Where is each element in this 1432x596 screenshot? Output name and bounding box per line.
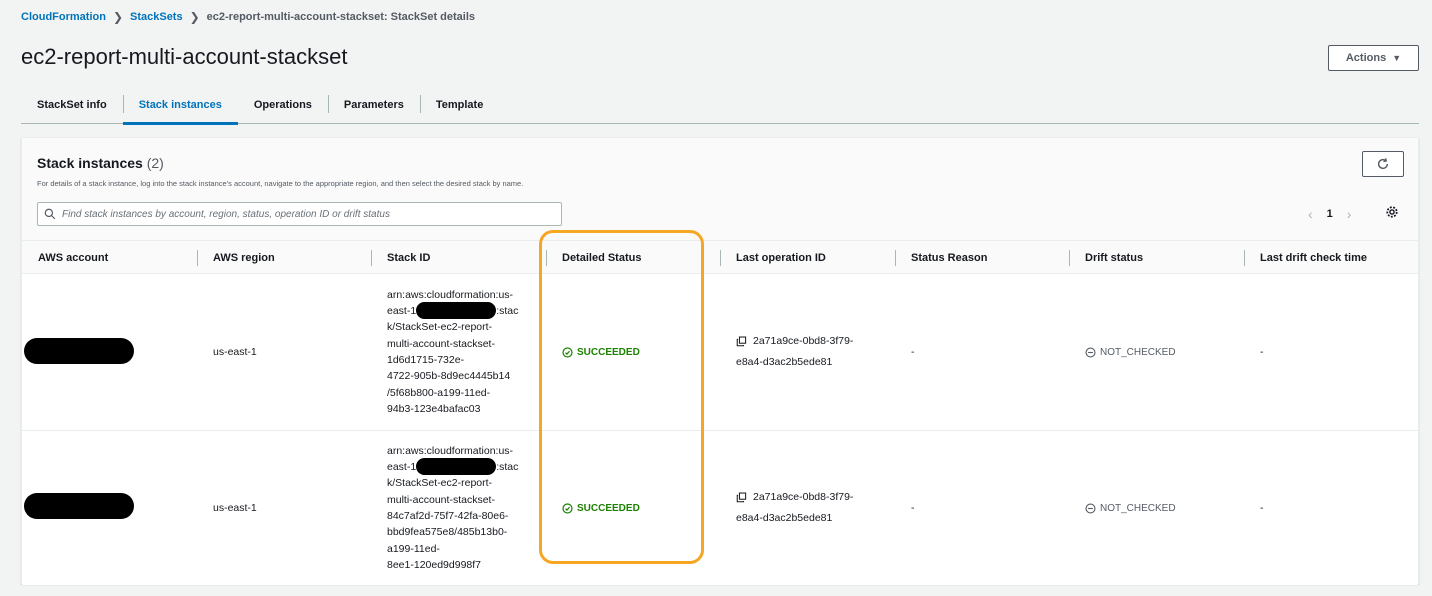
drift-status-cell: NOT_CHECKED [1085, 274, 1176, 430]
column-status-reason[interactable]: Status Reason [911, 241, 987, 275]
table-row: us-east-1 arn:aws:cloudformation:us- eas… [22, 431, 1418, 585]
success-check-icon [562, 347, 573, 358]
copy-icon[interactable] [736, 492, 747, 503]
status-reason-cell: - [911, 274, 915, 430]
caret-down-icon: ▼ [1392, 53, 1401, 63]
drift-status-cell: NOT_CHECKED [1085, 431, 1176, 585]
page-number[interactable]: 1 [1327, 208, 1333, 220]
search-box [37, 202, 562, 226]
drift-badge: NOT_CHECKED [1085, 503, 1176, 514]
redacted-account [24, 338, 134, 364]
column-last-drift-check-time[interactable]: Last drift check time [1260, 241, 1367, 275]
redacted-account-id [416, 458, 496, 475]
drift-check-time-cell: - [1260, 274, 1264, 430]
status-badge: SUCCEEDED [562, 503, 640, 514]
search-input[interactable] [62, 209, 561, 220]
column-aws-region[interactable]: AWS region [213, 241, 275, 275]
chevron-right-icon: ❯ [190, 10, 200, 24]
tab-operations[interactable]: Operations [238, 87, 328, 123]
column-stack-id[interactable]: Stack ID [387, 241, 430, 275]
actions-button[interactable]: Actions ▼ [1328, 45, 1419, 71]
redacted-account [24, 493, 134, 519]
status-reason-cell: - [911, 431, 915, 585]
region-cell: us-east-1 [213, 274, 257, 430]
breadcrumb-current: ec2-report-multi-account-stackset: Stack… [207, 11, 475, 23]
actions-label: Actions [1346, 52, 1386, 64]
column-drift-status[interactable]: Drift status [1085, 241, 1143, 275]
stack-id-cell: arn:aws:cloudformation:us- east-1:stac k… [387, 274, 518, 430]
search-icon [44, 208, 56, 220]
panel-title: Stack instances (2) [37, 155, 164, 171]
instance-count: (2) [147, 155, 164, 171]
page-title: ec2-report-multi-account-stackset [21, 44, 347, 70]
redacted-account-id [416, 302, 496, 319]
column-aws-account[interactable]: AWS account [38, 241, 108, 275]
table-header: AWS account AWS region Stack ID Detailed… [22, 240, 1418, 274]
last-operation-id-cell: 2a71a9ce-0bd8-3f79- e8a4-d3ac2b5ede81 [736, 274, 853, 430]
detailed-status-cell: SUCCEEDED [562, 431, 640, 585]
table-row: us-east-1 arn:aws:cloudformation:us- eas… [22, 274, 1418, 431]
chevron-right-icon: ❯ [113, 10, 123, 24]
minus-circle-icon [1085, 347, 1096, 358]
copy-icon[interactable] [736, 336, 747, 347]
panel-title-text: Stack instances [37, 155, 143, 171]
breadcrumb-cloudformation-link[interactable]: CloudFormation [21, 11, 106, 23]
last-operation-id-cell: 2a71a9ce-0bd8-3f79- e8a4-d3ac2b5ede81 [736, 431, 853, 585]
page-prev-icon[interactable]: ‹ [1308, 206, 1313, 222]
breadcrumb-stacksets-link[interactable]: StackSets [130, 11, 183, 23]
column-detailed-status[interactable]: Detailed Status [562, 241, 641, 275]
region-cell: us-east-1 [213, 431, 257, 585]
tab-stackset-info[interactable]: StackSet info [21, 87, 123, 123]
success-check-icon [562, 503, 573, 514]
column-last-operation-id[interactable]: Last operation ID [736, 241, 826, 275]
stack-id-cell: arn:aws:cloudformation:us- east-1:stac k… [387, 431, 518, 585]
tab-parameters[interactable]: Parameters [328, 87, 420, 123]
panel-description: For details of a stack instance, log int… [37, 179, 523, 188]
page-next-icon[interactable]: › [1347, 206, 1352, 222]
gear-icon[interactable] [1385, 205, 1399, 219]
minus-circle-icon [1085, 503, 1096, 514]
stack-instances-panel: Stack instances (2) For details of a sta… [21, 137, 1419, 584]
breadcrumb: CloudFormation ❯ StackSets ❯ ec2-report-… [21, 10, 475, 24]
tab-bar: StackSet info Stack instances Operations… [21, 87, 1419, 124]
refresh-icon [1376, 157, 1390, 171]
panel-header: Stack instances (2) For details of a sta… [22, 138, 1418, 240]
drift-badge: NOT_CHECKED [1085, 347, 1176, 358]
status-badge: SUCCEEDED [562, 347, 640, 358]
tab-stack-instances[interactable]: Stack instances [123, 87, 238, 123]
pagination: ‹ 1 › [1308, 204, 1351, 224]
refresh-button[interactable] [1362, 151, 1404, 177]
drift-check-time-cell: - [1260, 431, 1264, 585]
tab-template[interactable]: Template [420, 87, 499, 123]
detailed-status-cell: SUCCEEDED [562, 274, 640, 430]
